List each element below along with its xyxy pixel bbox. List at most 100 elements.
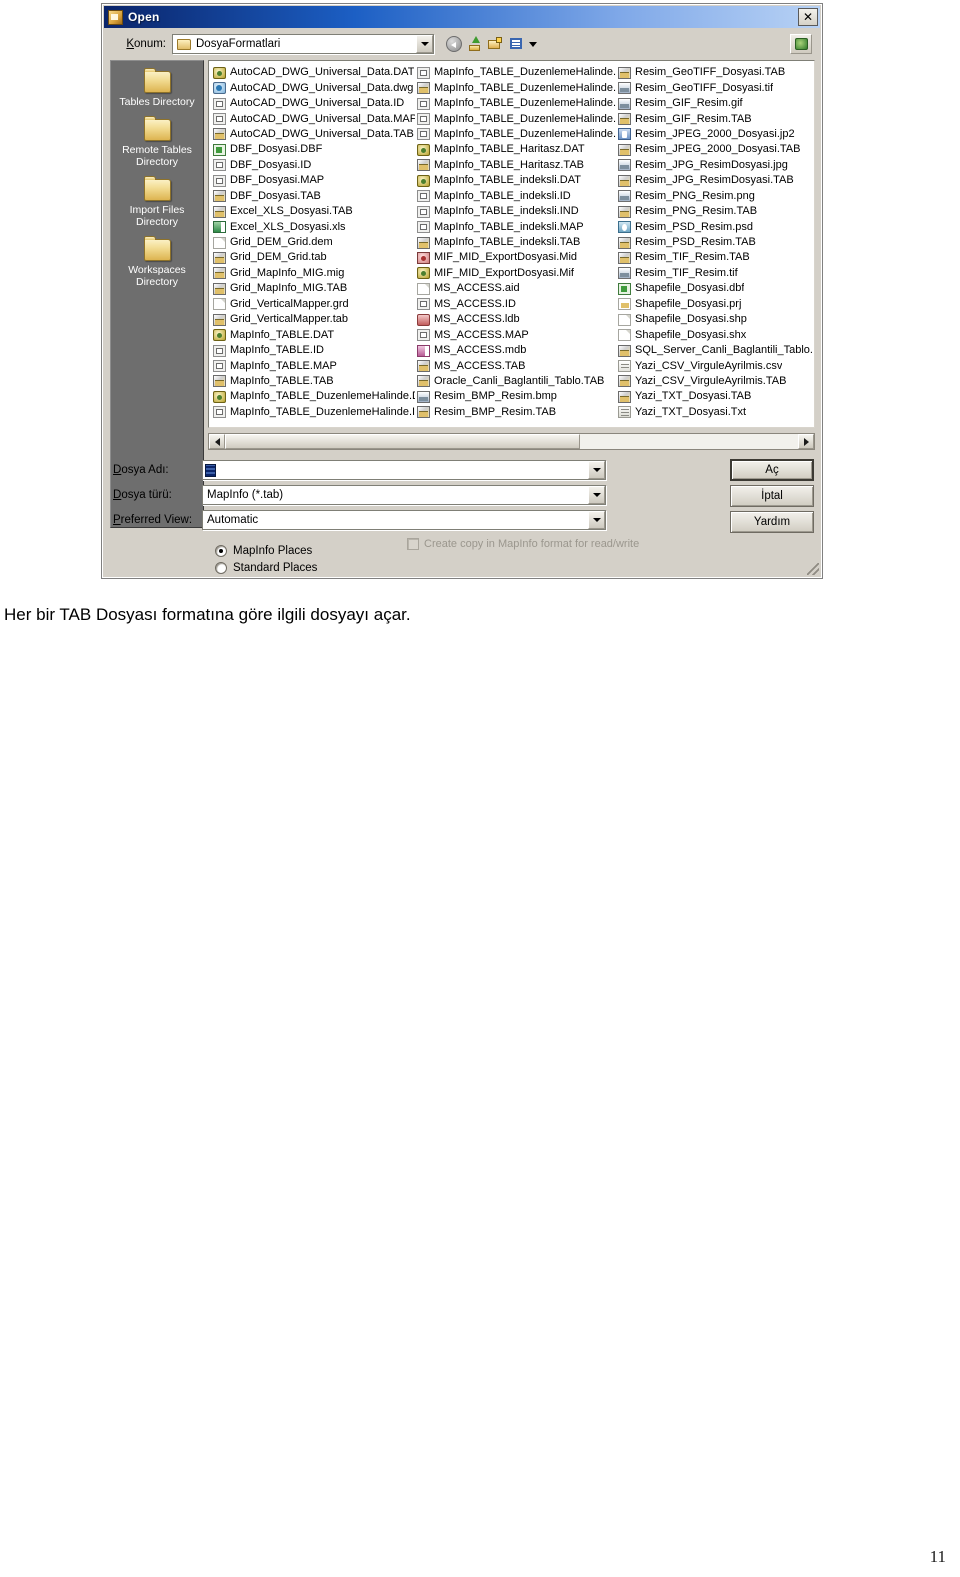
file-list-item[interactable]: Grid_VerticalMapper.grd	[211, 297, 415, 312]
file-list-item[interactable]: Shapefile_Dosyasi.prj	[616, 297, 812, 312]
location-combobox[interactable]: DosyaFormatlari	[172, 34, 434, 54]
file-list-item[interactable]: AutoCAD_DWG_Universal_Data.ID	[211, 96, 415, 111]
file-list-item[interactable]: Resim_TIF_Resim.tif	[616, 266, 812, 281]
file-list-item[interactable]: Grid_VerticalMapper.tab	[211, 312, 415, 327]
file-list-item[interactable]: MapInfo_TABLE.MAP	[211, 358, 415, 373]
up-one-level-icon[interactable]	[467, 36, 483, 52]
file-type-combobox[interactable]: MapInfo (*.tab)	[202, 485, 606, 505]
file-list-item[interactable]: MapInfo_TABLE_DuzenlemeHalinde.TAB	[415, 80, 616, 95]
file-list-item[interactable]: MapInfo_TABLE_DuzenlemeHalinde.TDA	[415, 96, 616, 111]
file-list-item[interactable]: Excel_XLS_Dosyasi.xls	[211, 219, 415, 234]
file-list-item[interactable]: MapInfo_TABLE_indeksli.MAP	[415, 219, 616, 234]
file-list-item[interactable]: Shapefile_Dosyasi.shx	[616, 327, 812, 342]
file-list-item[interactable]: Resim_GeoTIFF_Dosyasi.TAB	[616, 65, 812, 80]
radio-mapinfo-places[interactable]: MapInfo Places	[215, 542, 317, 559]
file-list-item[interactable]: MIF_MID_ExportDosyasi.Mif	[415, 266, 616, 281]
file-list-item[interactable]: Grid_MapInfo_MIG.TAB	[211, 281, 415, 296]
chevron-down-icon[interactable]	[588, 461, 605, 479]
file-list-item[interactable]: Resim_BMP_Resim.bmp	[415, 389, 616, 404]
file-list-item[interactable]: Grid_DEM_Grid.dem	[211, 235, 415, 250]
file-list-horizontal-scrollbar[interactable]	[208, 433, 815, 450]
file-list-item[interactable]: Resim_TIF_Resim.TAB	[616, 250, 812, 265]
file-list-item[interactable]: Grid_DEM_Grid.tab	[211, 250, 415, 265]
file-list-item[interactable]: Yazi_TXT_Dosyasi.Txt	[616, 405, 812, 420]
file-list-item[interactable]: MS_ACCESS.TAB	[415, 358, 616, 373]
file-list-item[interactable]: Shapefile_Dosyasi.dbf	[616, 281, 812, 296]
file-list-item[interactable]: Resim_GIF_Resim.TAB	[616, 111, 812, 126]
scroll-left-arrow-icon[interactable]	[209, 434, 225, 449]
file-list-item[interactable]: MapInfo_TABLE.ID	[211, 343, 415, 358]
file-list-item[interactable]: MapInfo_TABLE_indeksli.ID	[415, 189, 616, 204]
file-list-item[interactable]: MapInfo_TABLE_indeksli.IND	[415, 204, 616, 219]
file-list-item[interactable]: MS_ACCESS.ldb	[415, 312, 616, 327]
place-tables-directory[interactable]: Tables Directory	[111, 68, 203, 111]
views-icon[interactable]	[509, 36, 525, 52]
file-list-item[interactable]: MapInfo_TABLE_Haritasz.TAB	[415, 158, 616, 173]
file-list-item[interactable]: Grid_MapInfo_MIG.mig	[211, 266, 415, 281]
resize-grip-icon[interactable]	[807, 563, 819, 575]
file-list-item[interactable]: Resim_JPG_ResimDosyasi.TAB	[616, 173, 812, 188]
file-list-item[interactable]: MapInfo_TABLE_DuzenlemeHalinde.ID	[211, 405, 415, 420]
file-list-item[interactable]: MIF_MID_ExportDosyasi.Mid	[415, 250, 616, 265]
file-list-item[interactable]: DBF_Dosyasi.TAB	[211, 189, 415, 204]
views-chevron-down-icon[interactable]	[529, 41, 537, 47]
open-button[interactable]: Aç	[730, 459, 814, 481]
file-list-item[interactable]: AutoCAD_DWG_Universal_Data.DAT	[211, 65, 415, 80]
create-new-folder-icon[interactable]	[488, 36, 504, 52]
file-list[interactable]: AutoCAD_DWG_Universal_Data.DAT AutoCAD_DW…	[208, 60, 815, 428]
radio-standard-places[interactable]: Standard Places	[215, 559, 317, 576]
scrollbar-track[interactable]	[225, 434, 798, 449]
file-list-item[interactable]: AutoCAD_DWG_Universal_Data.dwg	[211, 80, 415, 95]
file-list-item[interactable]: Yazi_TXT_Dosyasi.TAB	[616, 389, 812, 404]
file-list-item[interactable]: AutoCAD_DWG_Universal_Data.MAP	[211, 111, 415, 126]
file-list-item[interactable]: Resim_PNG_Resim.png	[616, 189, 812, 204]
radio-indicator[interactable]	[215, 561, 227, 574]
file-list-item[interactable]: MapInfo_TABLE_DuzenlemeHalinde.DAT	[211, 389, 415, 404]
file-list-item[interactable]: Resim_PNG_Resim.TAB	[616, 204, 812, 219]
file-list-item[interactable]: MS_ACCESS.ID	[415, 297, 616, 312]
help-button[interactable]: Yardım	[730, 511, 814, 533]
file-list-item[interactable]: MS_ACCESS.aid	[415, 281, 616, 296]
file-list-item[interactable]: SQL_Server_Canli_Baglantili_Tablo.TAB	[616, 343, 812, 358]
file-list-item[interactable]: MS_ACCESS.mdb	[415, 343, 616, 358]
file-name-input[interactable]	[202, 460, 606, 480]
file-list-item[interactable]: MapInfo_TABLE_DuzenlemeHalinde.MAP	[415, 65, 616, 80]
place-import-files-directory[interactable]: Import Files Directory	[111, 176, 203, 231]
file-list-item[interactable]: DBF_Dosyasi.ID	[211, 158, 415, 173]
file-list-item[interactable]: Yazi_CSV_VirguleAyrilmis.TAB	[616, 374, 812, 389]
place-workspaces-directory[interactable]: Workspaces Directory	[111, 236, 203, 291]
file-list-item[interactable]: MapInfo_TABLE_DuzenlemeHalinde.TMA	[415, 127, 616, 142]
file-list-item[interactable]: MapInfo_TABLE_indeksli.DAT	[415, 173, 616, 188]
file-list-item[interactable]: Excel_XLS_Dosyasi.TAB	[211, 204, 415, 219]
file-list-item[interactable]: Resim_JPEG_2000_Dosyasi.TAB	[616, 142, 812, 157]
file-list-item[interactable]: MapInfo_TABLE.TAB	[211, 374, 415, 389]
file-list-item[interactable]: Resim_JPEG_2000_Dosyasi.jp2	[616, 127, 812, 142]
file-list-item[interactable]: Resim_BMP_Resim.TAB	[415, 405, 616, 420]
scrollbar-thumb[interactable]	[225, 434, 581, 449]
file-list-item[interactable]: Resim_JPG_ResimDosyasi.jpg	[616, 158, 812, 173]
chevron-down-icon[interactable]	[588, 486, 605, 504]
scroll-right-arrow-icon[interactable]	[798, 434, 814, 449]
file-list-item[interactable]: DBF_Dosyasi.MAP	[211, 173, 415, 188]
file-list-item[interactable]: MapInfo_TABLE_indeksli.TAB	[415, 235, 616, 250]
radio-indicator[interactable]	[215, 544, 227, 557]
file-list-item[interactable]: MapInfo_TABLE_DuzenlemeHalinde.TIN	[415, 111, 616, 126]
file-list-item[interactable]: MS_ACCESS.MAP	[415, 327, 616, 342]
place-remote-tables-directory[interactable]: Remote Tables Directory	[111, 116, 203, 171]
mapinfo-tool-icon[interactable]	[790, 34, 812, 54]
chevron-down-icon[interactable]	[588, 511, 605, 529]
preferred-view-combobox[interactable]: Automatic	[202, 510, 606, 530]
file-list-item[interactable]: MapInfo_TABLE_Haritasz.DAT	[415, 142, 616, 157]
file-list-item[interactable]: Yazi_CSV_VirguleAyrilmis.csv	[616, 358, 812, 373]
file-list-item[interactable]: Resim_GeoTIFF_Dosyasi.tif	[616, 80, 812, 95]
back-icon[interactable]	[446, 36, 462, 52]
close-icon[interactable]: ✕	[798, 8, 818, 26]
chevron-down-icon[interactable]	[416, 35, 433, 53]
file-list-item[interactable]: Oracle_Canli_Baglantili_Tablo.TAB	[415, 374, 616, 389]
file-list-item[interactable]: Resim_PSD_Resim.psd	[616, 219, 812, 234]
file-list-item[interactable]: Shapefile_Dosyasi.shp	[616, 312, 812, 327]
file-list-item[interactable]: MapInfo_TABLE.DAT	[211, 327, 415, 342]
file-list-item[interactable]: Resim_PSD_Resim.TAB	[616, 235, 812, 250]
file-list-item[interactable]: Resim_GIF_Resim.gif	[616, 96, 812, 111]
file-list-item[interactable]: AutoCAD_DWG_Universal_Data.TAB	[211, 127, 415, 142]
